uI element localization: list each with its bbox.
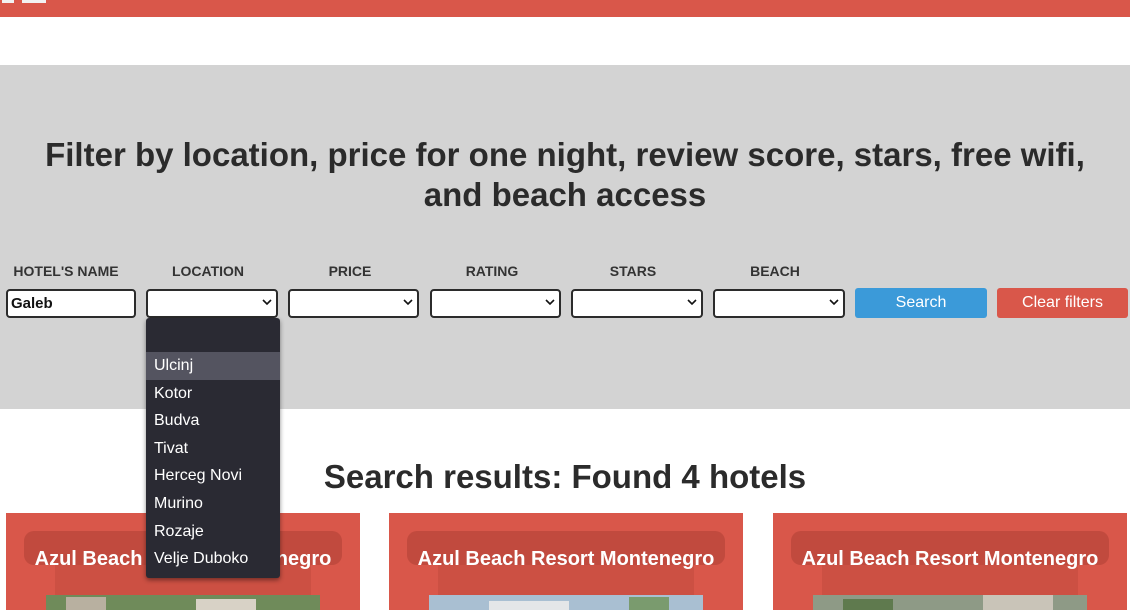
location-option-rozaje[interactable]: Rozaje <box>146 518 280 546</box>
stars-select[interactable] <box>571 289 703 318</box>
price-select[interactable] <box>288 289 419 318</box>
location-option-empty[interactable] <box>146 318 280 352</box>
label-hotel-name: HOTEL'S NAME <box>13 263 119 279</box>
logo-icon[interactable] <box>2 0 14 3</box>
label-beach: BEACH <box>750 263 800 279</box>
clear-filters-button[interactable]: Clear filters <box>997 288 1128 318</box>
location-select[interactable] <box>146 289 278 318</box>
hotel-card-name: Azul Beach Resort Montenegro <box>417 548 715 570</box>
hotel-photo[interactable] <box>429 595 703 610</box>
hotel-photo[interactable] <box>46 595 320 610</box>
chevron-down-icon <box>403 299 413 306</box>
hotel-name-input[interactable] <box>6 289 136 318</box>
chevron-down-icon <box>545 299 555 306</box>
location-option-ulcinj[interactable]: Ulcinj <box>146 352 280 380</box>
location-option-herceg-novi[interactable]: Herceg Novi <box>146 462 280 490</box>
filter-title: Filter by location, price for one night,… <box>45 136 1085 213</box>
location-option-murino[interactable]: Murino <box>146 490 280 518</box>
location-dropdown-list[interactable]: Ulcinj Kotor Budva Tivat Herceg Novi Mur… <box>146 318 280 578</box>
hotel-card-name: Azul Beach Resort Montenegro <box>801 548 1099 570</box>
label-rating: RATING <box>465 263 519 279</box>
beach-select[interactable] <box>713 289 845 318</box>
hotel-card[interactable]: Azul Beach Resort Montenegro <box>389 513 743 610</box>
location-option-tivat[interactable]: Tivat <box>146 435 280 463</box>
label-stars: STARS <box>609 263 657 279</box>
hotel-card[interactable]: Azul Beach Resort Montenegro <box>773 513 1127 610</box>
location-option-velje-duboko[interactable]: Velje Duboko <box>146 545 280 573</box>
chevron-down-icon <box>262 299 272 306</box>
label-price: PRICE <box>328 263 372 279</box>
chevron-down-icon <box>687 299 697 306</box>
label-location: LOCATION <box>171 263 245 279</box>
hotel-photo[interactable] <box>813 595 1087 610</box>
rating-select[interactable] <box>430 289 561 318</box>
location-option-kotor[interactable]: Kotor <box>146 380 280 408</box>
search-button[interactable]: Search <box>855 288 987 318</box>
location-option-budva[interactable]: Budva <box>146 407 280 435</box>
top-navbar <box>0 0 1130 17</box>
menu-icon[interactable] <box>22 0 46 3</box>
chevron-down-icon <box>829 299 839 306</box>
